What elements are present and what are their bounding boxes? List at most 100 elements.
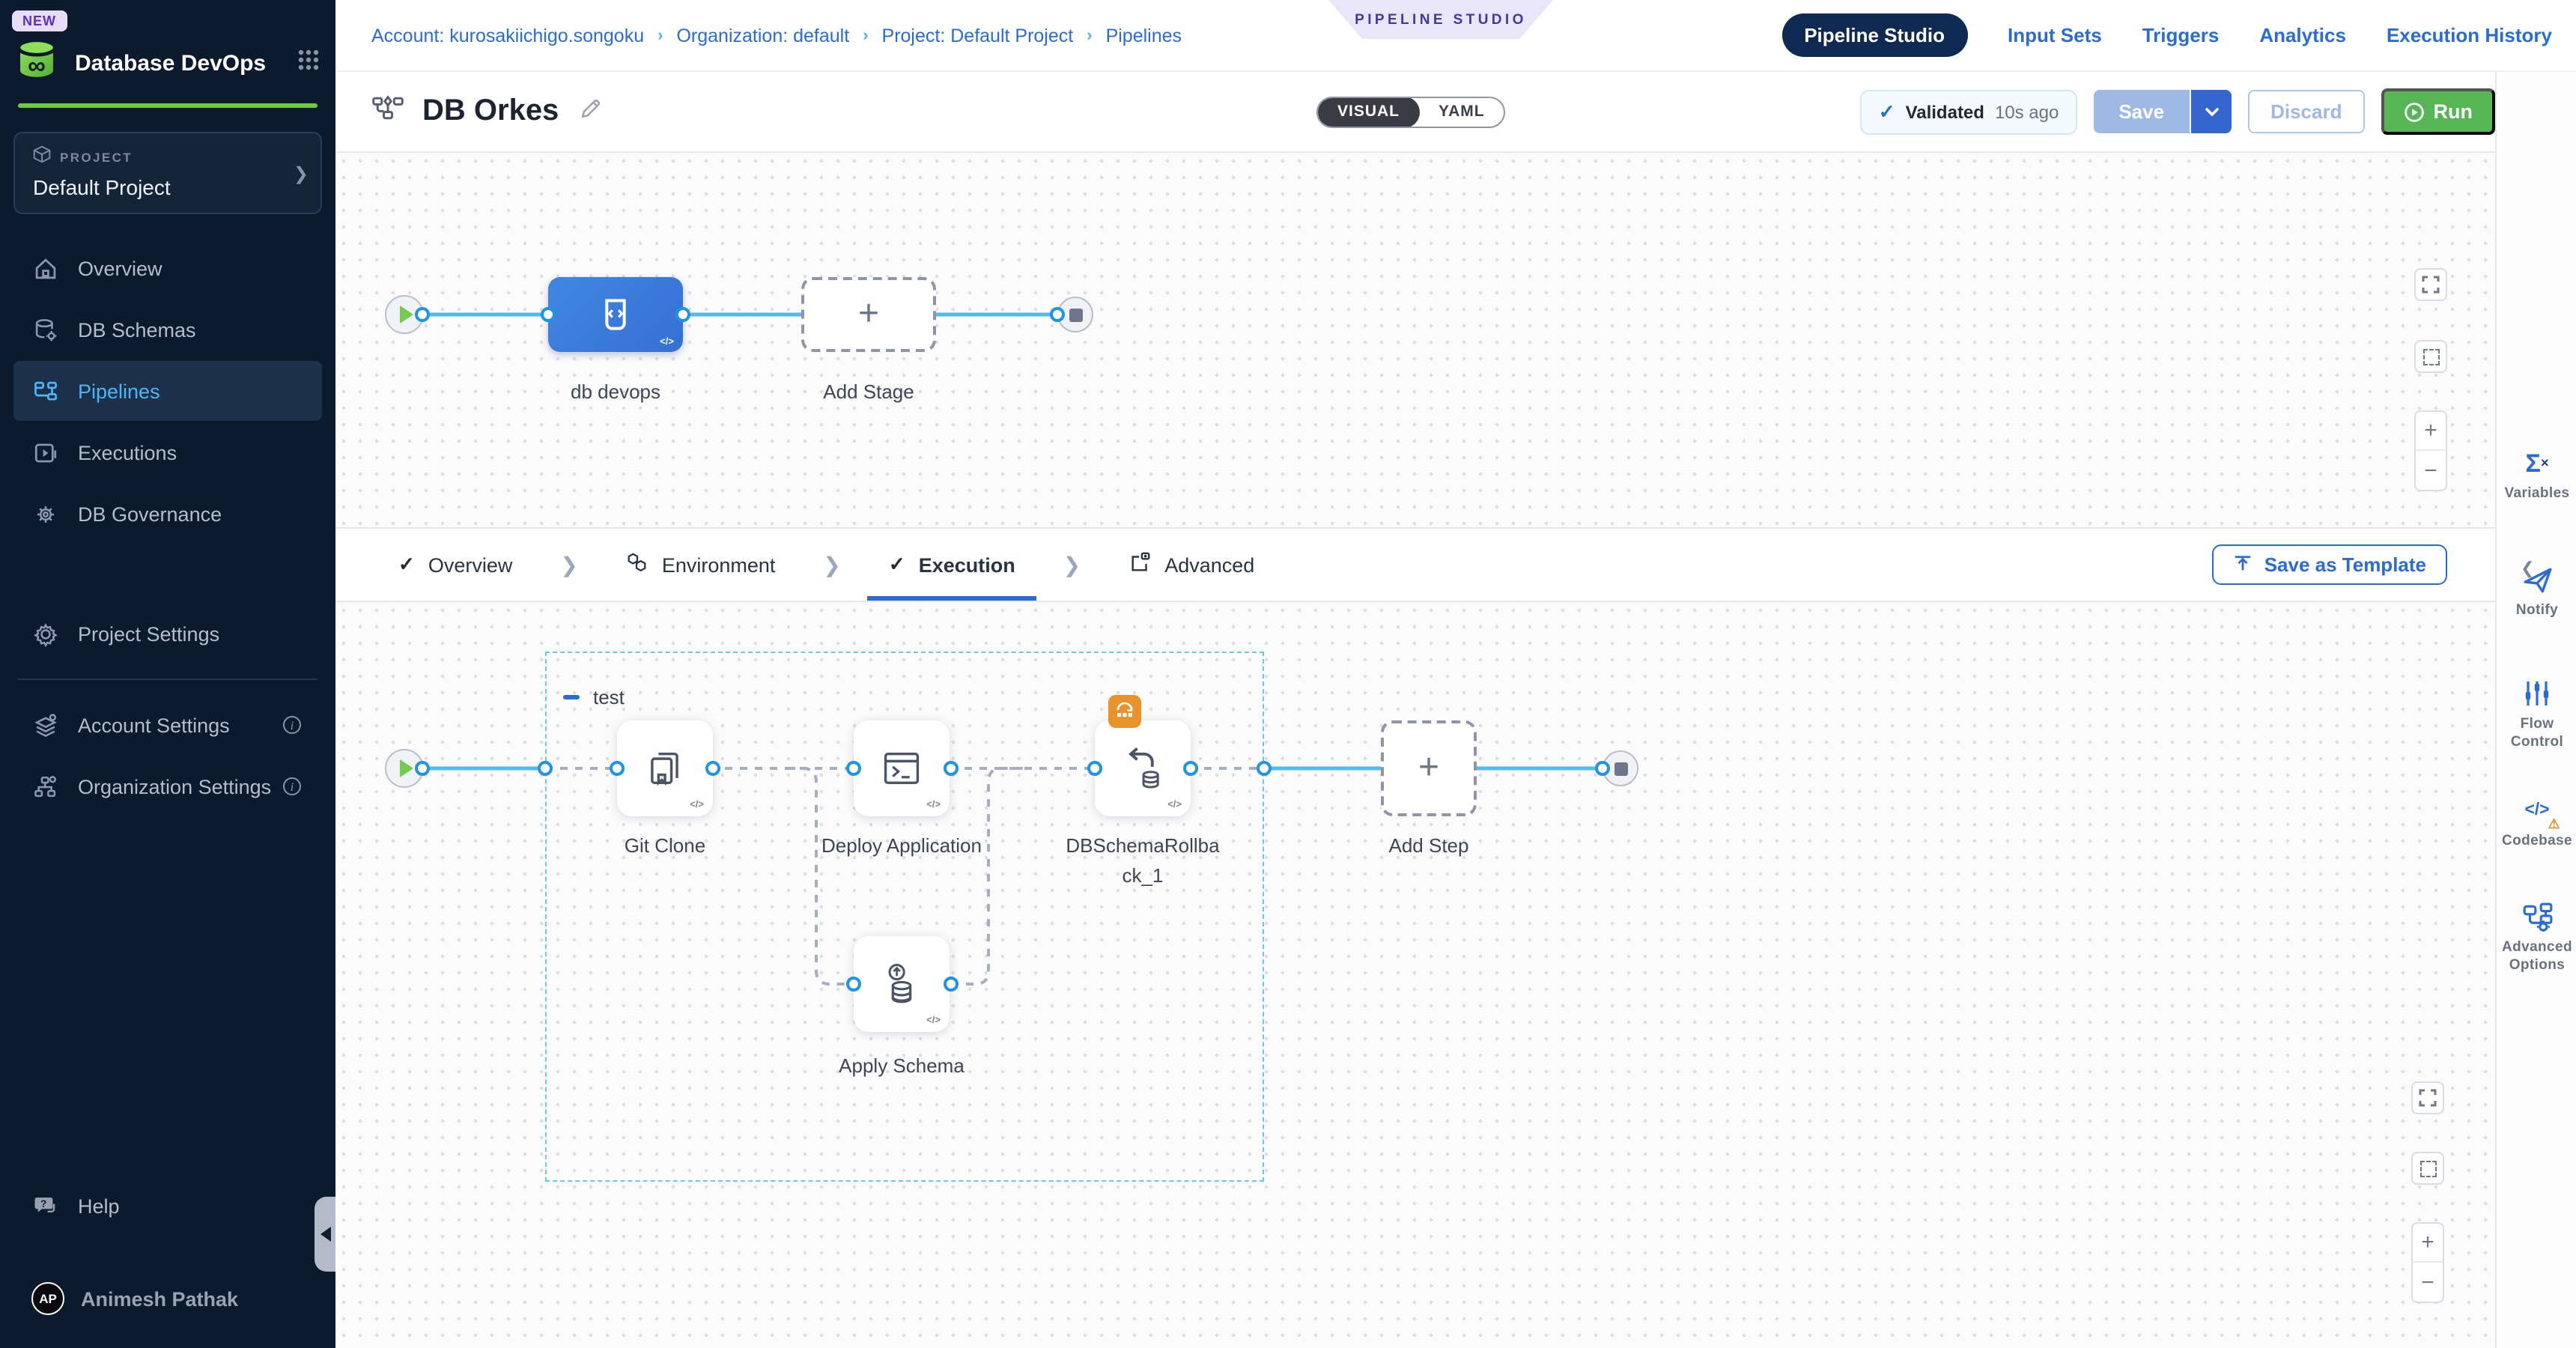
toggle-visual[interactable]: VISUAL <box>1318 96 1419 127</box>
step-node-deploy-application[interactable]: </> <box>854 720 950 816</box>
visual-yaml-toggle[interactable]: VISUAL YAML <box>1316 96 1506 127</box>
info-icon[interactable]: i <box>283 777 301 795</box>
discard-button[interactable]: Discard <box>2248 90 2364 133</box>
connector-dot[interactable] <box>538 761 553 776</box>
zoom-out-button[interactable]: − <box>2416 451 2446 490</box>
sidebar-item-project-settings[interactable]: Project Settings <box>13 604 322 664</box>
sidebar-item-overview[interactable]: Overview <box>13 238 322 298</box>
tab-pipeline-studio[interactable]: Pipeline Studio <box>1781 13 1967 57</box>
edit-pencil-icon[interactable] <box>580 97 602 127</box>
stop-icon <box>1614 762 1627 775</box>
step-node-git-clone[interactable]: </> <box>617 720 713 816</box>
connector-dot[interactable] <box>675 307 690 322</box>
sidebar-item-organization-settings[interactable]: Organization Settings i <box>13 756 322 816</box>
add-stage-node[interactable]: + <box>801 277 936 352</box>
chevron-right-icon: ❯ <box>1036 529 1108 601</box>
tool-variables[interactable]: Σ× Variables <box>2497 446 2576 503</box>
connector-dot[interactable] <box>1257 761 1272 776</box>
execution-canvas[interactable]: test </> Git Clone <box>335 602 2576 1348</box>
sidebar-item-executions[interactable]: Executions <box>13 422 322 482</box>
connector-dot[interactable] <box>415 761 430 776</box>
zoom-out-button[interactable]: − <box>2413 1263 2443 1302</box>
connector-dot[interactable] <box>846 761 861 776</box>
multi-select-button[interactable] <box>2414 340 2447 373</box>
sidebar-item-account-settings[interactable]: Account Settings i <box>13 695 322 755</box>
new-badge: NEW <box>12 10 67 31</box>
connector-dot[interactable] <box>610 761 625 776</box>
connector-dot[interactable] <box>1087 761 1102 776</box>
zoom-in-button[interactable]: + <box>2413 1224 2443 1263</box>
app-grid-icon[interactable] <box>297 47 321 79</box>
breadcrumb-organization[interactable]: Organization: default <box>676 25 849 46</box>
tool-advanced-options[interactable]: Advanced Options <box>2497 900 2576 975</box>
top-tabs: Pipeline Studio Input Sets Triggers Anal… <box>1781 13 2552 57</box>
tab-analytics[interactable]: Analytics <box>2259 24 2346 46</box>
check-icon: ✓ <box>1879 100 1895 124</box>
connector-dot[interactable] <box>705 761 720 776</box>
play-square-icon <box>31 439 58 466</box>
sidebar-item-pipelines[interactable]: Pipelines <box>13 361 322 421</box>
collapse-minus-icon[interactable] <box>563 695 580 699</box>
fullscreen-button[interactable] <box>2411 1081 2444 1114</box>
stage-node-db-devops[interactable]: </> <box>548 277 683 352</box>
breadcrumb-separator-icon: › <box>657 26 663 44</box>
step-label: Deploy Application <box>819 831 984 861</box>
user-profile[interactable]: AP Animesh Pathak <box>13 1269 322 1329</box>
sidebar-logo-row: NEW ∞ Database DevOps <box>0 0 335 91</box>
connector-dot[interactable] <box>944 761 959 776</box>
connector-dot[interactable] <box>846 977 861 992</box>
stage-config-tabs: ✓ Overview ❯ Environment ❯ ✓ Execution ❯ <box>335 527 2576 602</box>
tab-execution[interactable]: ✓ Execution <box>868 529 1036 601</box>
sidebar-collapse-handle[interactable] <box>315 1197 335 1272</box>
save-button[interactable]: Save <box>2093 90 2191 133</box>
upload-icon <box>2233 555 2253 574</box>
tool-notify[interactable]: Notify <box>2497 563 2576 620</box>
connector-dot[interactable] <box>415 307 430 322</box>
connector-dot[interactable] <box>1183 761 1198 776</box>
save-dropdown-button[interactable] <box>2191 90 2232 133</box>
tool-codebase[interactable]: </>⚠ Codebase <box>2497 794 2576 851</box>
tab-execution-history[interactable]: Execution History <box>2387 24 2552 46</box>
step-node-apply-schema[interactable]: </> <box>854 936 950 1032</box>
breadcrumb-project[interactable]: Project: Default Project <box>882 25 1074 46</box>
tab-triggers[interactable]: Triggers <box>2142 24 2220 46</box>
fullscreen-button[interactable] <box>2414 268 2447 301</box>
connector-dot[interactable] <box>541 307 556 322</box>
sidebar-item-db-schemas[interactable]: DB Schemas <box>13 300 322 359</box>
connector-dot[interactable] <box>1595 761 1610 776</box>
run-button[interactable]: Run <box>2381 88 2496 135</box>
tab-input-sets[interactable]: Input Sets <box>2008 24 2102 46</box>
stage-canvas[interactable]: </> db devops + Add Stage + <box>335 153 2576 527</box>
add-step-node[interactable]: + <box>1381 720 1477 816</box>
zoom-in-button[interactable]: + <box>2416 412 2446 451</box>
tool-flow-control[interactable]: Flow Control <box>2497 677 2576 752</box>
breadcrumb: Account: kurosakiichigo.songoku › Organi… <box>371 25 1182 46</box>
pipeline-header: DB Orkes VISUAL YAML ✓ Validated 10s ago… <box>335 72 2576 153</box>
plus-icon: + <box>858 297 879 333</box>
info-icon[interactable]: i <box>283 716 301 734</box>
chevron-right-icon: ❯ <box>533 529 604 601</box>
step-group-label: test <box>593 686 625 708</box>
connector-dot[interactable] <box>944 977 959 992</box>
breadcrumb-account[interactable]: Account: kurosakiichigo.songoku <box>371 25 644 46</box>
tab-advanced[interactable]: Advanced <box>1108 529 1275 601</box>
step-node-dbschemarollback[interactable]: </> <box>1095 720 1191 816</box>
help-chat-icon: ? <box>31 1192 58 1219</box>
rollback-step-type-badge <box>1108 695 1141 728</box>
org-chart-gear-icon <box>31 773 58 800</box>
connector-dot[interactable] <box>1050 307 1065 322</box>
layers-gear-icon <box>31 711 58 738</box>
project-name: Default Project <box>33 175 306 199</box>
breadcrumb-pipelines[interactable]: Pipelines <box>1106 25 1182 46</box>
brand-divider <box>18 103 318 108</box>
save-as-template-button[interactable]: Save as Template <box>2212 544 2447 585</box>
step-label: DBSchemaRollback_1 <box>1065 831 1221 892</box>
sidebar-item-help[interactable]: ? Help <box>13 1176 322 1236</box>
sidebar-item-db-governance[interactable]: DB Governance <box>13 484 322 544</box>
project-selector-card[interactable]: PROJECT Default Project ❯ <box>13 132 322 214</box>
step-group-header[interactable]: test <box>563 686 625 708</box>
tab-environment[interactable]: Environment <box>605 529 797 601</box>
toggle-yaml[interactable]: YAML <box>1419 96 1504 127</box>
multi-select-button[interactable] <box>2411 1152 2444 1185</box>
tab-overview[interactable]: ✓ Overview <box>377 529 533 601</box>
